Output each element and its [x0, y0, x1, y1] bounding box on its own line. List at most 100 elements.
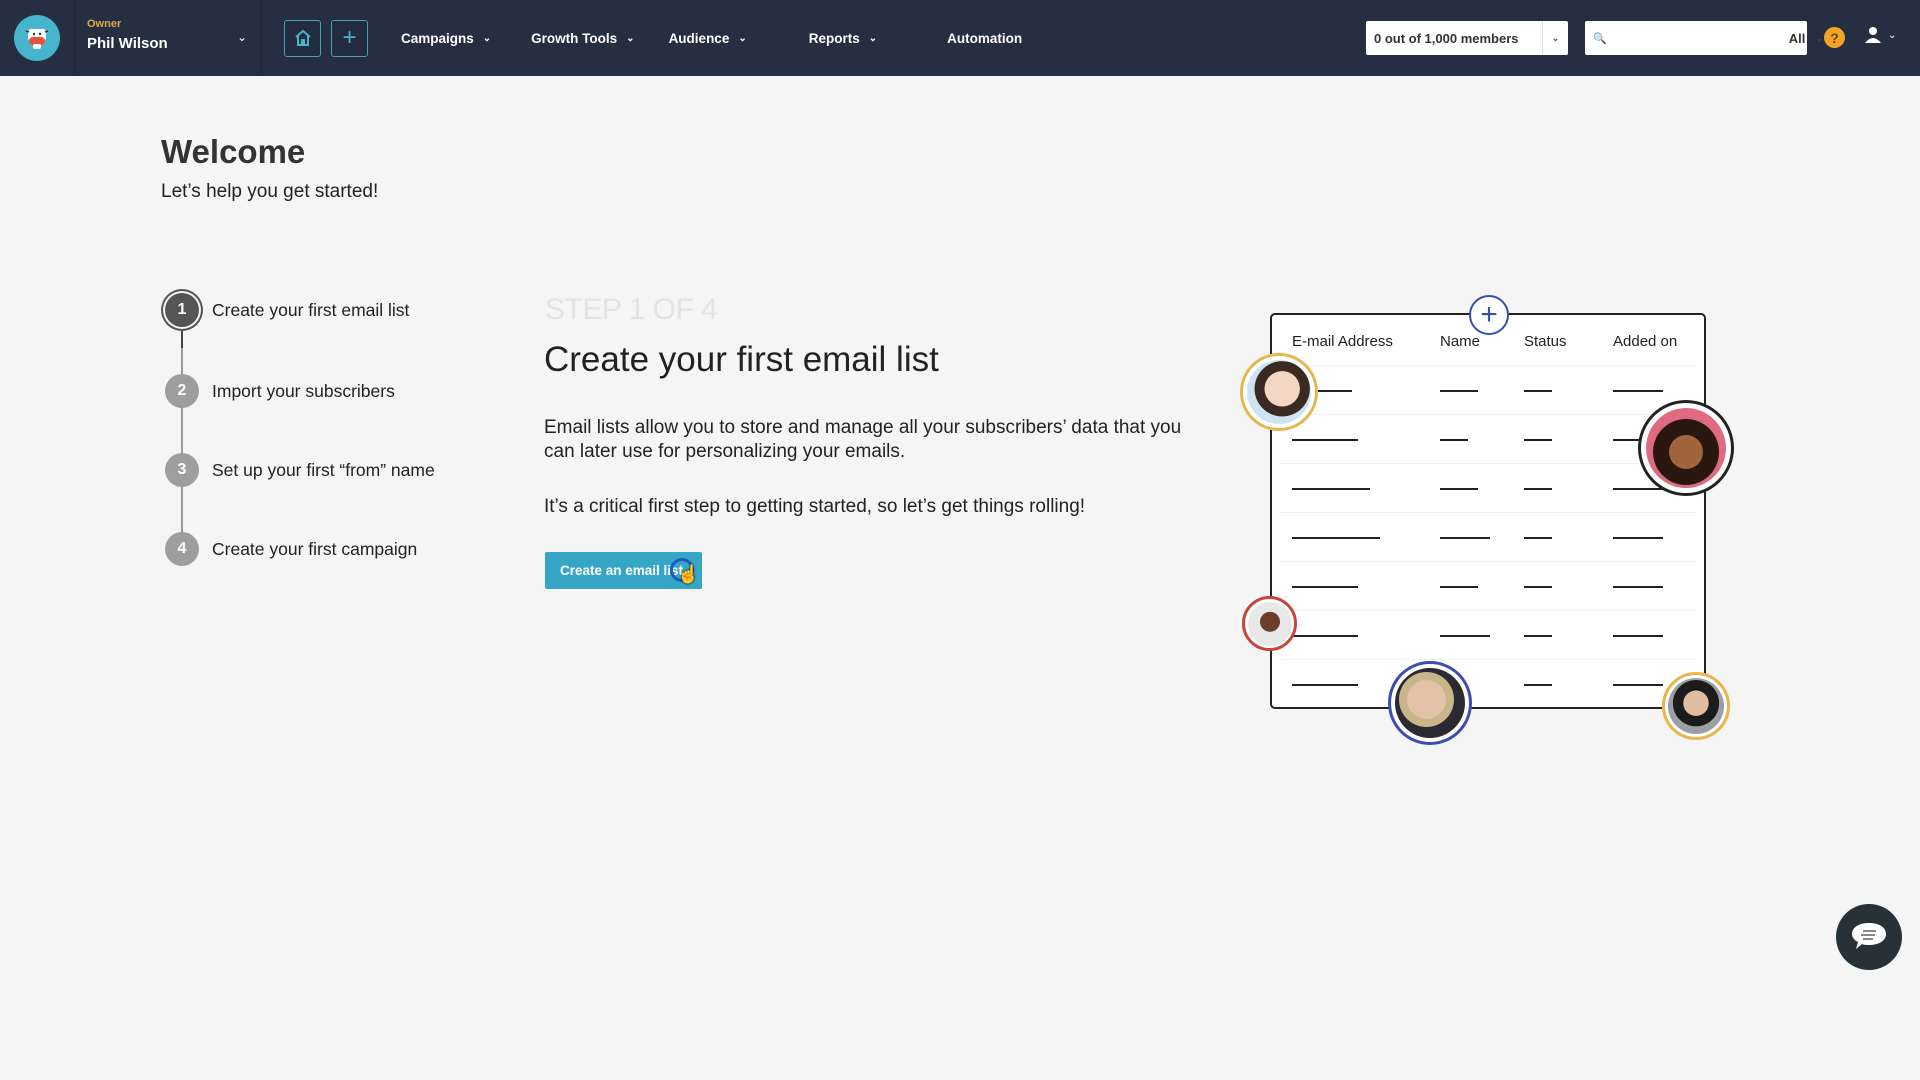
account-switcher[interactable]: Owner Phil Wilson ⌄: [75, 0, 262, 76]
step-description: Email lists allow you to store and manag…: [544, 417, 1182, 462]
step-label: Create your first email list: [212, 299, 410, 320]
step-item[interactable]: 1 Create your first email list: [163, 293, 409, 327]
avatar-photo: [1395, 668, 1465, 738]
chevron-down-icon[interactable]: ⌄: [1815, 33, 1823, 44]
chevron-down-icon: ⌄: [1888, 29, 1897, 41]
placeholder-line: [1440, 390, 1478, 392]
placeholder-line: [1613, 390, 1663, 392]
home-icon: [294, 29, 311, 46]
hand-cursor-icon: ☝: [677, 564, 700, 584]
page-title: Welcome: [161, 133, 306, 170]
illustration-row: [1280, 414, 1696, 463]
chevron-down-icon: ⌄: [482, 32, 492, 44]
page-subtitle: Let’s help you get started!: [161, 181, 379, 202]
placeholder-line: [1440, 635, 1490, 637]
email-list-illustration: E-mail Address Name Status Added on: [1270, 313, 1706, 709]
placeholder-line: [1440, 537, 1490, 539]
step-item[interactable]: 4 Create your first campaign: [163, 532, 417, 566]
placeholder-line: [1292, 439, 1358, 441]
step-title: Create your first email list: [544, 340, 939, 379]
step-counter: STEP 1 OF 4: [545, 293, 718, 326]
user-menu[interactable]: ⌄: [1864, 26, 1896, 44]
chat-button[interactable]: [1836, 904, 1902, 970]
account-name: Phil Wilson: [87, 35, 168, 52]
nav-audience[interactable]: Audience ⌄: [669, 31, 747, 46]
avatar: [1242, 596, 1297, 651]
nav-reports[interactable]: Reports ⌄: [809, 31, 877, 46]
chevron-down-icon: ⌄: [868, 32, 878, 44]
nav-growth-tools[interactable]: Growth Tools ⌄: [531, 31, 634, 46]
placeholder-line: [1613, 488, 1663, 490]
placeholder-line: [1524, 488, 1552, 490]
avatar: [1240, 353, 1318, 431]
illustration-column-header: Added on: [1613, 333, 1678, 350]
help-icon[interactable]: ?: [1824, 27, 1845, 48]
placeholder-line: [1292, 586, 1358, 588]
chevron-down-icon: ⌄: [626, 32, 635, 44]
cow-mascot-icon[interactable]: [14, 15, 60, 61]
search-icon: 🔍: [1593, 32, 1607, 45]
illustration-column-header: Status: [1524, 333, 1567, 350]
step-number: 3: [165, 453, 199, 487]
chevron-down-icon: ⌄: [738, 32, 747, 44]
illustration-row: [1280, 512, 1696, 561]
chevron-down-icon: ⌄: [236, 30, 247, 44]
plus-icon: +: [342, 24, 357, 51]
avatar-photo: [1247, 601, 1292, 646]
placeholder-line: [1440, 439, 1468, 441]
step-number: 2: [165, 374, 199, 408]
placeholder-line: [1613, 684, 1663, 686]
placeholder-line: [1440, 488, 1478, 490]
avatar-photo: [1247, 360, 1311, 424]
chat-bubble-icon: [1852, 923, 1886, 949]
illustration-column-header: E-mail Address: [1292, 333, 1393, 350]
members-count: 0 out of 1,000 members: [1374, 30, 1519, 46]
members-selector[interactable]: 0 out of 1,000 members ⌄: [1366, 21, 1568, 55]
placeholder-line: [1292, 684, 1358, 686]
step-item[interactable]: 2 Import your subscribers: [163, 374, 395, 408]
search-box: 🔍 All ⌄: [1585, 21, 1823, 55]
illustration-row: [1280, 659, 1696, 708]
placeholder-line: [1524, 635, 1552, 637]
step-label: Import your subscribers: [212, 380, 395, 401]
placeholder-line: [1292, 537, 1380, 539]
search-input[interactable]: [1612, 21, 1789, 55]
account-role: Owner: [87, 18, 122, 30]
step-item[interactable]: 3 Set up your first “from” name: [163, 453, 435, 487]
main-nav: Campaigns ⌄ Growth Tools ⌄ Audience ⌄ Repor…: [401, 31, 1022, 46]
placeholder-line: [1524, 684, 1552, 686]
avatar: [1388, 661, 1472, 745]
placeholder-line: [1440, 586, 1478, 588]
illustration-row: [1280, 610, 1696, 659]
plus-icon: +: [1469, 295, 1509, 335]
user-icon: [1865, 27, 1881, 43]
search-scope-select[interactable]: All: [1789, 31, 1806, 46]
placeholder-line: [1292, 635, 1358, 637]
avatar: [1662, 672, 1730, 740]
nav-campaigns[interactable]: Campaigns ⌄: [401, 31, 491, 46]
placeholder-line: [1292, 488, 1370, 490]
create-new-button[interactable]: +: [331, 19, 368, 57]
placeholder-line: [1613, 635, 1663, 637]
illustration-column-header: Name: [1440, 333, 1481, 350]
illustration-row: [1280, 463, 1696, 512]
avatar-photo: [1668, 678, 1724, 734]
step-number: 1: [165, 293, 199, 327]
logo-container[interactable]: [0, 0, 75, 76]
placeholder-line: [1524, 439, 1552, 441]
step-label: Set up your first “from” name: [212, 459, 435, 480]
illustration-row: [1280, 365, 1696, 414]
placeholder-line: [1524, 537, 1552, 539]
step-number: 4: [165, 532, 199, 566]
avatar: [1638, 400, 1734, 496]
chevron-down-icon[interactable]: ⌄: [1542, 21, 1568, 55]
steps-connector: [181, 313, 183, 553]
nav-automation[interactable]: Automation: [947, 31, 1022, 46]
avatar-photo: [1646, 408, 1726, 488]
placeholder-line: [1524, 390, 1552, 392]
illustration-row: [1280, 561, 1696, 610]
placeholder-line: [1524, 586, 1552, 588]
placeholder-line: [1613, 537, 1663, 539]
step-label: Create your first campaign: [212, 538, 418, 559]
home-button[interactable]: [284, 19, 321, 57]
